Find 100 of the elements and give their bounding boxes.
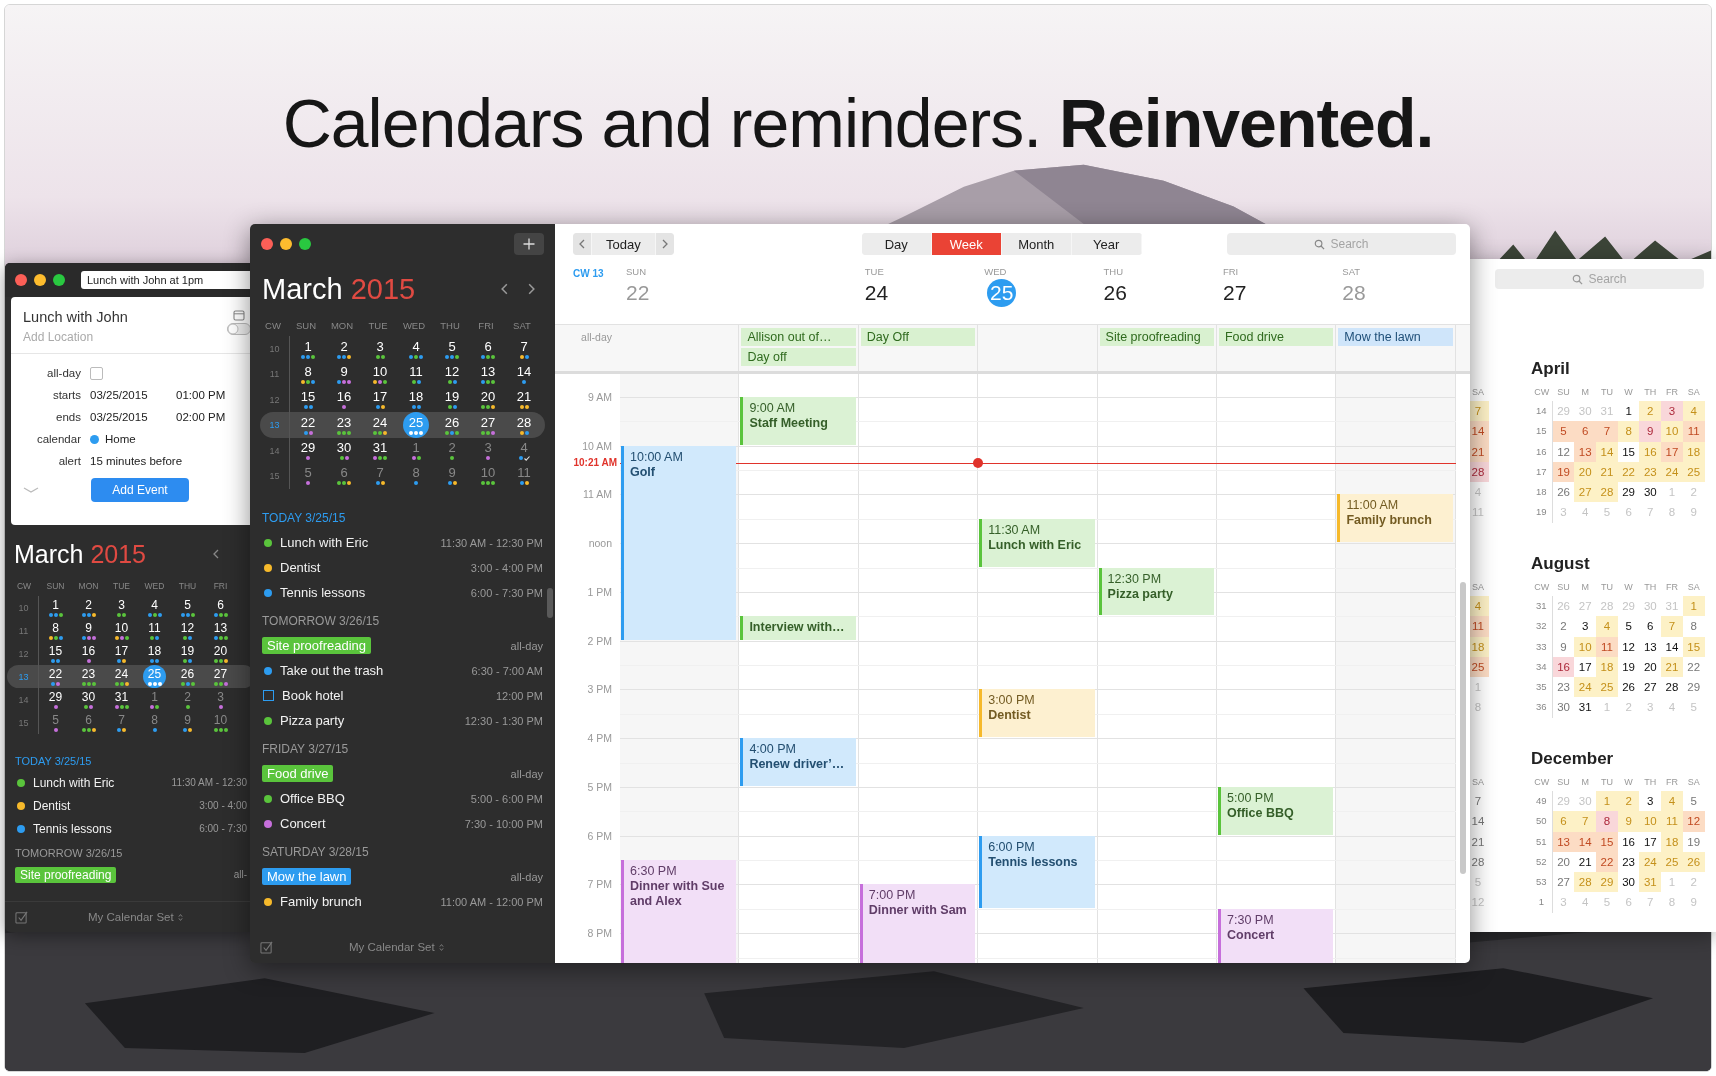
event-block[interactable]: 3:00 PM Dentist bbox=[979, 689, 1095, 738]
event-block[interactable]: 6:00 PM Tennis lessons bbox=[979, 835, 1095, 908]
day-number[interactable]: 10 bbox=[372, 364, 388, 379]
day-number[interactable]: 10 bbox=[480, 466, 496, 481]
year-day[interactable]: 23 bbox=[1639, 461, 1662, 483]
search-field[interactable]: Search bbox=[1227, 233, 1456, 255]
year-day[interactable]: 29 bbox=[1596, 872, 1618, 893]
year-day[interactable]: 12 bbox=[1682, 811, 1705, 832]
day-number[interactable]: 5 bbox=[448, 339, 456, 354]
day-number[interactable]: 18 bbox=[147, 644, 162, 658]
today-button[interactable]: Today bbox=[591, 233, 656, 255]
all-day-event[interactable]: Allison out of… bbox=[741, 328, 856, 346]
event-tag[interactable]: Mow the lawn bbox=[262, 868, 352, 886]
year-day[interactable]: 4 bbox=[1661, 791, 1683, 812]
year-day[interactable]: 15 bbox=[1617, 441, 1640, 462]
day-number[interactable]: 15 bbox=[300, 390, 316, 405]
year-day[interactable]: 10 bbox=[1661, 421, 1683, 442]
day-number[interactable]: 28 bbox=[516, 415, 532, 430]
quick-entry-field[interactable]: Lunch with John at 1pm bbox=[81, 271, 253, 289]
all-day-event[interactable]: Food drive bbox=[1218, 328, 1334, 346]
date-value[interactable]: 03/25/2015 bbox=[90, 411, 170, 423]
view-tab[interactable]: Day bbox=[861, 233, 932, 255]
year-day[interactable]: 12 bbox=[1617, 636, 1640, 657]
day-number[interactable]: 30 bbox=[81, 690, 96, 704]
add-event-button[interactable]: Add Event bbox=[91, 478, 189, 502]
year-day[interactable]: 19 bbox=[1682, 831, 1705, 852]
search-field[interactable]: Search bbox=[1495, 269, 1704, 289]
minimize-button[interactable] bbox=[34, 274, 46, 286]
year-day[interactable]: 6 bbox=[1639, 616, 1662, 637]
year-day[interactable]: 21 bbox=[1596, 461, 1618, 483]
day-number[interactable]: 8 bbox=[52, 621, 59, 635]
event-block[interactable]: 7:30 PM Concert bbox=[1218, 908, 1334, 963]
year-day[interactable]: 27 bbox=[1639, 677, 1662, 698]
day-date[interactable]: 27 bbox=[1222, 279, 1247, 307]
event-block[interactable]: 6:30 PM Dinner with Sue and Alex bbox=[621, 860, 737, 963]
calendar-value[interactable]: Home bbox=[105, 433, 136, 445]
year-day[interactable]: 10 bbox=[1574, 636, 1597, 657]
year-day[interactable]: 27 bbox=[1552, 872, 1575, 893]
year-day[interactable]: 7 bbox=[1467, 791, 1489, 812]
year-day[interactable]: 28 bbox=[1596, 482, 1618, 503]
reminder-title[interactable]: Book hotel bbox=[282, 688, 344, 704]
year-day[interactable]: 31 bbox=[1639, 872, 1662, 893]
day-date[interactable]: 26 bbox=[1103, 279, 1127, 307]
year-day[interactable]: 11 bbox=[1682, 421, 1705, 442]
year-day[interactable]: 13 bbox=[1639, 636, 1662, 657]
year-day[interactable]: 5 bbox=[1682, 791, 1705, 812]
day-number[interactable]: 12 bbox=[444, 364, 460, 379]
year-day[interactable]: 5 bbox=[1617, 616, 1640, 637]
year-day[interactable]: 8 bbox=[1682, 616, 1705, 637]
event-title[interactable]: Take out the trash bbox=[280, 663, 384, 679]
event-title[interactable]: Lunch with Eric bbox=[33, 775, 115, 790]
year-day[interactable]: 8 bbox=[1617, 421, 1640, 442]
year-day[interactable]: 30 bbox=[1617, 872, 1640, 893]
year-day[interactable]: 27 bbox=[1574, 482, 1597, 503]
year-day[interactable]: 24 bbox=[1661, 461, 1683, 483]
event-title[interactable]: Family brunch bbox=[280, 894, 362, 910]
all-day-event[interactable]: Site proofreading bbox=[1099, 328, 1214, 346]
day-number[interactable]: 18 bbox=[408, 390, 424, 405]
checkbox-icon[interactable] bbox=[15, 910, 28, 924]
year-day[interactable]: 23 bbox=[1617, 851, 1640, 873]
year-day[interactable]: 24 bbox=[1639, 851, 1662, 873]
day-number[interactable]: 13 bbox=[480, 364, 496, 379]
year-day[interactable]: 12 bbox=[1552, 441, 1575, 462]
year-day[interactable]: 2 bbox=[1639, 401, 1662, 422]
event-block[interactable]: 4:00 PM Renew driver’… bbox=[740, 738, 856, 786]
year-day[interactable]: 9 bbox=[1617, 811, 1640, 832]
toggle-icon[interactable] bbox=[227, 323, 251, 335]
day-number[interactable]: 25 bbox=[147, 667, 162, 681]
day-number[interactable]: 22 bbox=[300, 415, 316, 430]
year-day[interactable]: 15 bbox=[1682, 636, 1705, 657]
year-day[interactable]: 19 bbox=[1552, 461, 1575, 483]
day-number[interactable]: 8 bbox=[151, 713, 158, 727]
event-title[interactable]: Lunch with John bbox=[23, 309, 128, 325]
day-number[interactable]: 16 bbox=[336, 390, 352, 405]
year-day[interactable]: 16 bbox=[1639, 441, 1662, 462]
event-title[interactable]: Tennis lessons bbox=[280, 585, 366, 601]
year-day[interactable]: 20 bbox=[1574, 461, 1597, 483]
day-date[interactable]: 25 bbox=[987, 279, 1017, 307]
day-number[interactable]: 6 bbox=[484, 339, 492, 354]
day-number[interactable]: 5 bbox=[184, 598, 191, 612]
day-number[interactable]: 2 bbox=[448, 441, 456, 456]
year-day[interactable]: 23 bbox=[1552, 677, 1575, 698]
add-button[interactable] bbox=[514, 233, 544, 255]
year-day[interactable]: 31 bbox=[1574, 697, 1597, 718]
year-day[interactable]: 5 bbox=[1552, 421, 1575, 442]
year-day[interactable]: 4 bbox=[1596, 616, 1618, 637]
scroll-thumb[interactable] bbox=[547, 588, 553, 619]
day-number[interactable]: 1 bbox=[412, 441, 420, 456]
view-tab[interactable]: Week bbox=[931, 233, 1002, 255]
day-number[interactable]: 15 bbox=[48, 644, 63, 658]
minimize-button[interactable] bbox=[280, 238, 292, 250]
year-day[interactable]: 4 bbox=[1682, 401, 1705, 422]
day-number[interactable]: 29 bbox=[300, 441, 316, 456]
all-day-event[interactable]: Mow the lawn bbox=[1338, 328, 1453, 346]
year-day[interactable]: 26 bbox=[1617, 677, 1640, 698]
day-number[interactable]: 9 bbox=[85, 621, 92, 635]
year-day[interactable]: 2 bbox=[1617, 791, 1640, 812]
year-day[interactable]: 3 bbox=[1574, 616, 1597, 637]
day-number[interactable]: 5 bbox=[304, 466, 312, 481]
previous-icon[interactable] bbox=[213, 549, 219, 559]
